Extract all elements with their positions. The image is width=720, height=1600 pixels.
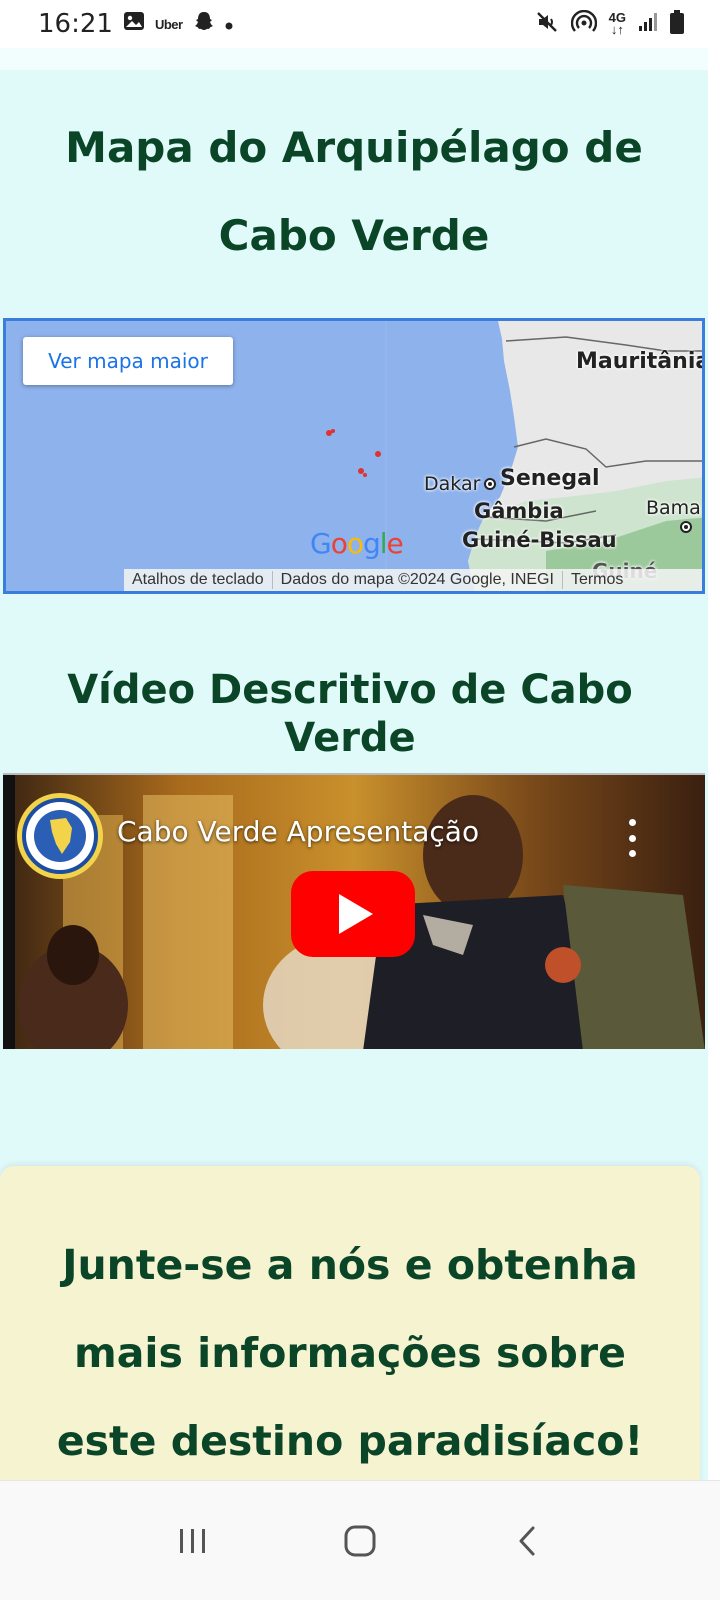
dot-icon (225, 13, 233, 36)
map-label-senegal: Senegal (500, 466, 600, 491)
map-footer: Atalhos de teclado Dados do mapa ©2024 G… (124, 569, 702, 591)
video-title[interactable]: Cabo Verde Apresentação (117, 815, 479, 848)
cta-card: Junte-se a nós e obtenha mais informaçõe… (0, 1166, 700, 1486)
uber-icon: Uber (154, 16, 183, 32)
cta-text: Junte-se a nós e obtenha mais informaçõe… (56, 1241, 644, 1465)
recent-apps-icon (180, 1528, 206, 1553)
status-right: 4G ↓↑ (535, 9, 684, 39)
map-section-title: Mapa do Arquipélago de Cabo Verde (65, 123, 643, 260)
home-icon (344, 1525, 376, 1556)
hotspot-icon (570, 9, 597, 39)
mute-icon (535, 10, 559, 39)
signal-icon (638, 12, 658, 37)
terms-link[interactable]: Termos (563, 571, 631, 589)
google-logo: Google (310, 527, 404, 560)
home-button[interactable] (330, 1511, 390, 1571)
snapchat-icon (193, 10, 215, 38)
status-time: 16:21 (38, 9, 113, 39)
system-nav-bar (0, 1480, 720, 1600)
page-top-strip (0, 48, 708, 70)
back-button[interactable] (497, 1511, 557, 1571)
map-label-guinea-bissau: Guiné-Bissau (462, 528, 617, 552)
network-4g-icon: 4G ↓↑ (608, 10, 626, 37)
network-4g-label: 4G (608, 10, 626, 25)
video-section-title: Vídeo Descritivo de Cabo Verde (67, 667, 633, 761)
more-options-icon[interactable] (625, 819, 639, 857)
map-label-dakar: Dakar (424, 473, 481, 495)
recent-apps-button[interactable] (163, 1511, 223, 1571)
map-label-mauritania: Mauritânia (576, 349, 705, 374)
map-label-bamako: Bama (646, 497, 701, 519)
status-bar: 16:21 Uber 4G ↓↑ (0, 0, 720, 48)
africa-logo-icon (26, 802, 94, 870)
map-label-gambia: Gâmbia (474, 499, 564, 523)
view-larger-map-button[interactable]: Ver mapa maior (23, 337, 233, 385)
map-data-attribution: Dados do mapa ©2024 Google, INEGI (273, 571, 563, 589)
image-icon (123, 11, 145, 37)
status-left: 16:21 Uber (38, 9, 233, 39)
channel-avatar[interactable] (17, 793, 103, 879)
play-icon (339, 894, 373, 934)
page-content[interactable]: Mapa do Arquipélago de Cabo Verde (0, 70, 708, 316)
keyboard-shortcuts-link[interactable]: Atalhos de teclado (124, 571, 273, 589)
youtube-play-button[interactable] (291, 871, 415, 957)
back-icon (519, 1526, 535, 1555)
page-right-edge (708, 48, 720, 1508)
battery-icon (670, 9, 684, 39)
google-map-embed[interactable]: Ver mapa maior Mauritânia Dakar Senegal … (3, 318, 705, 594)
youtube-video-embed[interactable]: Cabo Verde Apresentação (3, 773, 705, 1049)
